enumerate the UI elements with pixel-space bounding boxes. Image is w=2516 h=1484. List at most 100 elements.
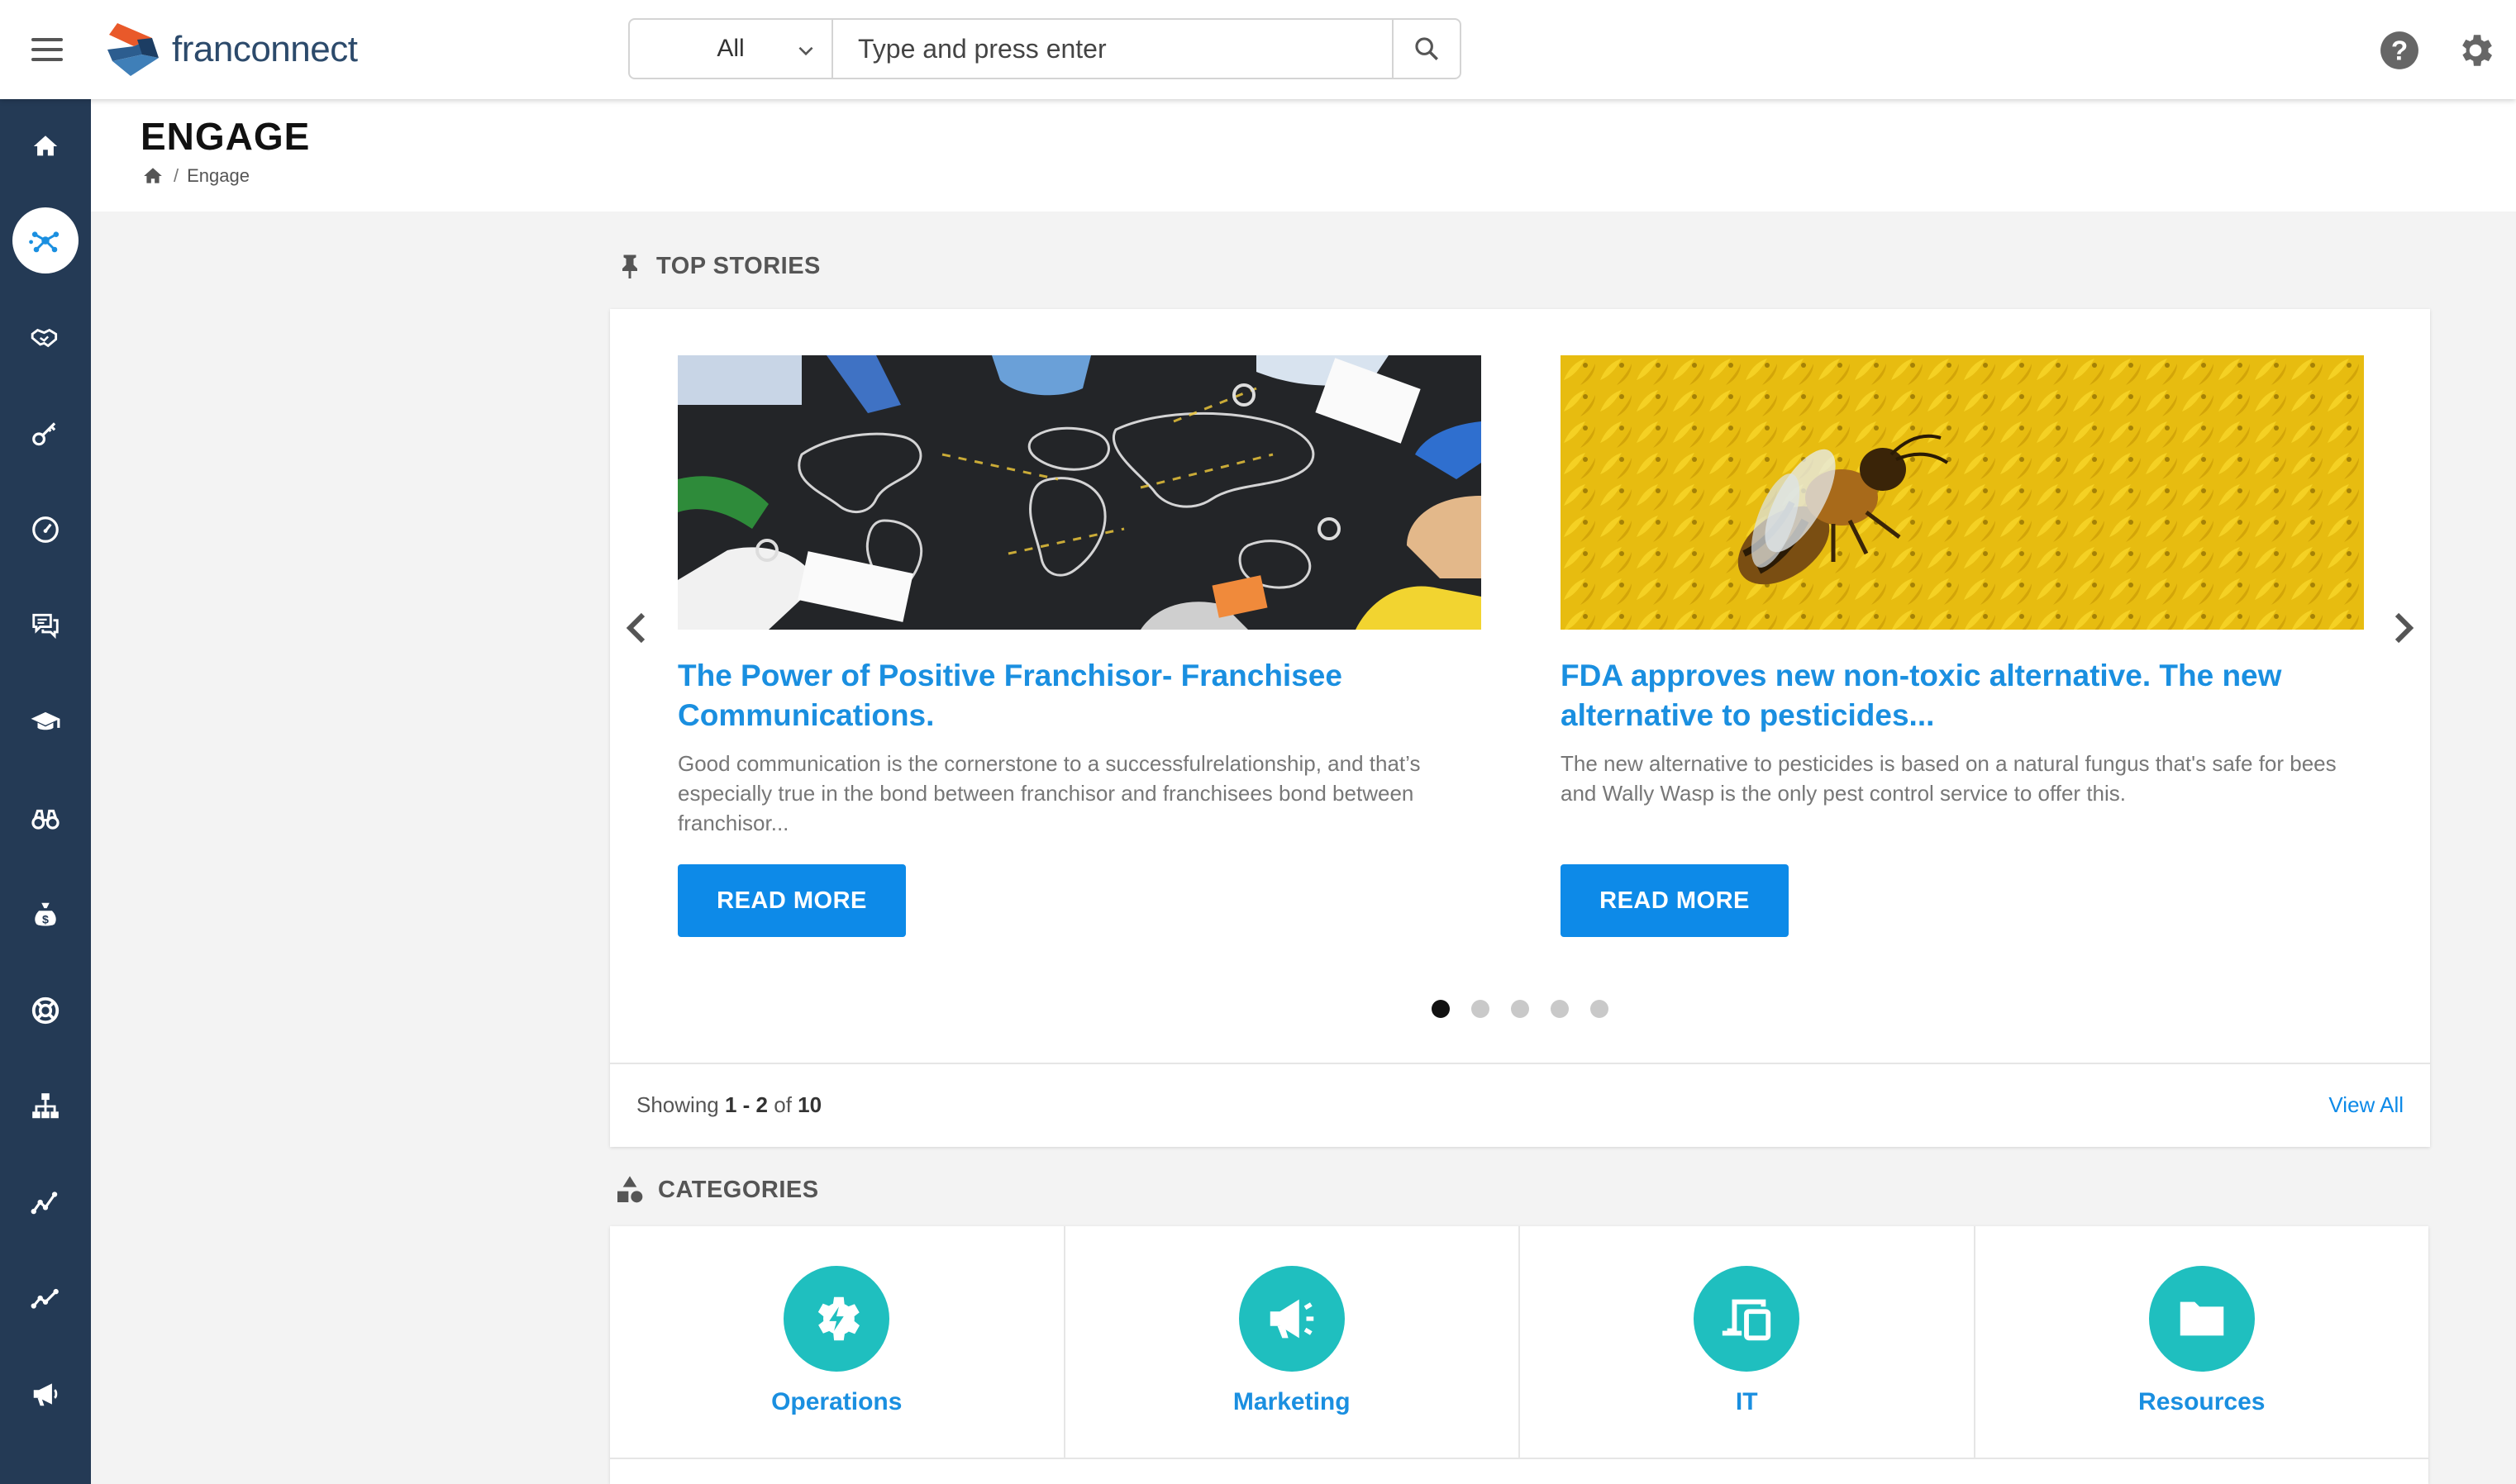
- page-title: ENGAGE: [141, 115, 311, 158]
- carousel-pagination: [610, 1000, 2430, 1018]
- devices-icon: [1723, 1299, 1771, 1341]
- search-button[interactable]: [1392, 20, 1460, 78]
- chat-icon: [32, 613, 59, 640]
- carousel-dot-1[interactable]: [1432, 1000, 1450, 1018]
- search-scope-value: All: [717, 35, 745, 62]
- category-icon-circle: [1238, 1266, 1345, 1372]
- showing-of: of: [774, 1092, 792, 1117]
- story-card: The Power of Positive Franchisor- Franch…: [678, 355, 1481, 838]
- svg-text:?: ?: [2391, 36, 2408, 66]
- franconnect-logo[interactable]: franconnect: [101, 15, 358, 84]
- folder-icon: [2180, 1301, 2223, 1336]
- gear-bolt-icon: [818, 1296, 860, 1341]
- top-stories-carousel: The Power of Positive Franchisor- Franch…: [610, 309, 2430, 1147]
- category-label: Operations: [771, 1388, 903, 1415]
- carousel-dot-4[interactable]: [1551, 1000, 1569, 1018]
- showing-prefix: Showing: [636, 1092, 719, 1117]
- sidebar-item-home[interactable]: [0, 109, 91, 183]
- sidebar-item-finance[interactable]: $: [0, 878, 91, 952]
- svg-text:$: $: [42, 913, 49, 926]
- trend-line-icon: [31, 1191, 58, 1215]
- category-operations[interactable]: Operations: [610, 1226, 1065, 1459]
- settings-gear-icon[interactable]: [2455, 30, 2496, 71]
- home-breadcrumb-icon[interactable]: [142, 165, 164, 187]
- view-all-link[interactable]: View All: [2328, 1092, 2404, 1118]
- story-excerpt: The new alternative to pesticides is bas…: [1561, 751, 2337, 806]
- binoculars-icon: [31, 809, 60, 830]
- category-it[interactable]: IT: [1520, 1226, 1975, 1459]
- sidebar-item-deals[interactable]: [0, 301, 91, 375]
- category-marketing[interactable]: Marketing: [1065, 1226, 1520, 1459]
- sidebar-item-access[interactable]: [0, 397, 91, 471]
- sidebar-nav: $: [0, 99, 91, 1484]
- search-input[interactable]: [833, 20, 1392, 78]
- key-icon: [32, 422, 56, 446]
- top-stories-label: TOP STORIES: [656, 252, 821, 279]
- carousel-dot-2[interactable]: [1471, 1000, 1489, 1018]
- category-resources[interactable]: Resources: [1975, 1226, 2428, 1459]
- handshake-icon: [31, 328, 58, 348]
- sidebar-item-analytics[interactable]: [0, 1261, 91, 1335]
- category-label: Marketing: [1232, 1388, 1351, 1415]
- gauge-icon: [32, 516, 59, 543]
- carousel-dot-3[interactable]: [1511, 1000, 1529, 1018]
- sidebar-item-search[interactable]: [0, 782, 91, 856]
- showing-range: 1 - 2: [724, 1092, 768, 1117]
- chevron-down-icon: [798, 46, 813, 56]
- categories-heading: CATEGORIES: [613, 1173, 819, 1206]
- carousel-next-button[interactable]: [2387, 603, 2420, 653]
- story-excerpt: Good communication is the cornerstone to…: [678, 751, 1421, 835]
- read-more-button[interactable]: READ MORE: [678, 864, 906, 937]
- categories-grid: Operations Marketing IT Resources: [610, 1226, 2428, 1484]
- stories-footer: Showing 1 - 2 of 10 View All: [610, 1063, 2430, 1147]
- sidebar-item-training[interactable]: [0, 684, 91, 759]
- logo-mark-icon: [107, 23, 159, 76]
- carousel-prev-button[interactable]: [620, 603, 653, 653]
- active-indicator: [12, 207, 79, 273]
- search-scope-select[interactable]: All: [630, 20, 833, 78]
- sidebar-item-dashboard[interactable]: [0, 492, 91, 567]
- breadcrumb-current: Engage: [187, 165, 250, 186]
- carousel-dot-5[interactable]: [1590, 1000, 1608, 1018]
- category-icon-circle: [2148, 1266, 2255, 1372]
- sidebar-item-hierarchy[interactable]: [0, 1069, 91, 1144]
- sidebar-item-reports[interactable]: [0, 1165, 91, 1239]
- showing-total: 10: [798, 1092, 822, 1117]
- breadcrumb-separator: /: [174, 165, 179, 186]
- category-icon-circle: [784, 1266, 890, 1372]
- category-icon-circle: [1694, 1266, 1800, 1372]
- money-bag-icon: $: [35, 902, 56, 926]
- sidebar-item-messages[interactable]: [0, 588, 91, 663]
- graduation-cap-icon: [31, 711, 60, 730]
- menu-icon[interactable]: [31, 38, 63, 61]
- analytics-line-icon: [31, 1288, 59, 1309]
- chevron-left-icon: [626, 612, 646, 644]
- story-title-link[interactable]: FDA approves new non-toxic alternative. …: [1561, 656, 2364, 735]
- top-stories-heading: TOP STORIES: [615, 250, 821, 283]
- global-search: All: [628, 18, 1461, 79]
- sidebar-item-announcements[interactable]: [0, 1357, 91, 1431]
- categories-label: CATEGORIES: [658, 1176, 819, 1203]
- org-chart-icon: [32, 1093, 59, 1119]
- pin-icon: [622, 254, 637, 278]
- brand-name: franconnect: [172, 29, 358, 69]
- world-map-illustration: [678, 355, 1481, 630]
- megaphone-icon: [1270, 1299, 1313, 1339]
- home-icon: [33, 136, 58, 156]
- category-label: Resources: [2138, 1388, 2266, 1415]
- story-card: FDA approves new non-toxic alternative. …: [1561, 355, 2364, 808]
- breadcrumb: / Engage: [142, 165, 250, 187]
- engage-network-icon: [29, 231, 60, 253]
- chevron-right-icon: [2394, 612, 2414, 644]
- search-icon: [1415, 37, 1438, 60]
- story-image-bee-on-flower[interactable]: [1561, 355, 2364, 630]
- sidebar-item-support[interactable]: [0, 973, 91, 1048]
- showing-count: Showing 1 - 2 of 10: [636, 1092, 822, 1118]
- story-image-world-map-meeting[interactable]: [678, 355, 1481, 630]
- help-icon[interactable]: ?: [2379, 30, 2420, 71]
- read-more-button[interactable]: READ MORE: [1561, 864, 1789, 937]
- sidebar-item-engage[interactable]: [0, 203, 91, 278]
- top-header: franconnect All ?: [0, 0, 2516, 99]
- story-title-link[interactable]: The Power of Positive Franchisor- Franch…: [678, 656, 1481, 735]
- shapes-icon: [617, 1176, 643, 1203]
